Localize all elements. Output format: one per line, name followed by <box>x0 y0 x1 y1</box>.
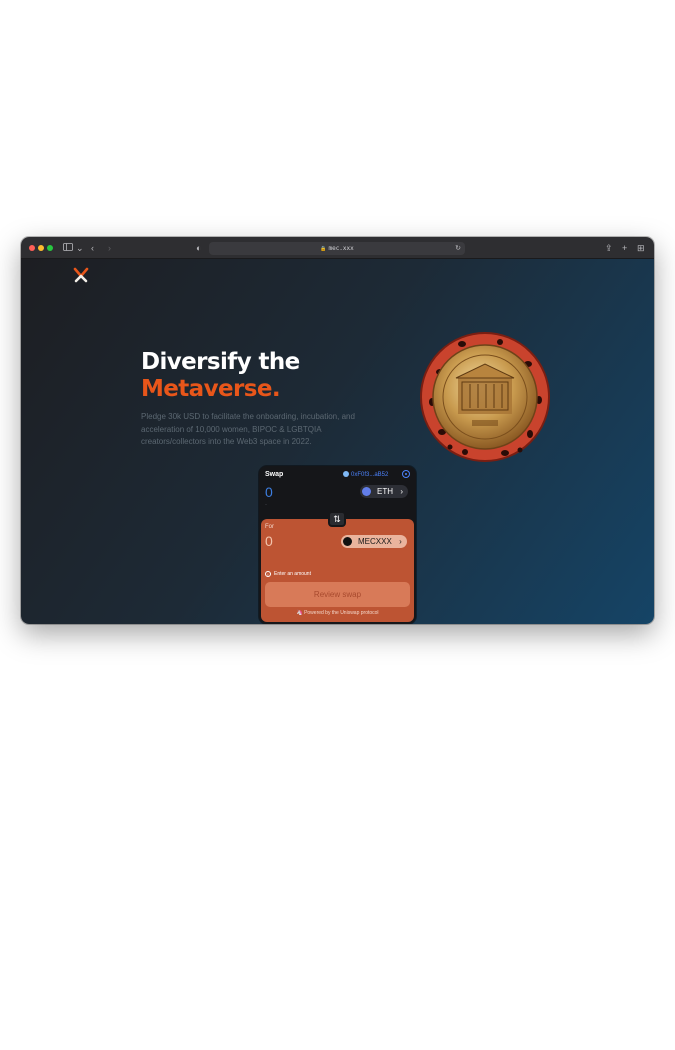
wallet-address: 0xF0f3...aB52 <box>351 472 389 478</box>
output-label: For <box>265 524 274 530</box>
reload-icon[interactable]: ↻ <box>455 242 461 255</box>
share-icon[interactable]: ⇪ <box>605 241 613 255</box>
hero-description: Pledge 30k USD to facilitate the onboard… <box>141 412 355 446</box>
settings-gear-icon[interactable] <box>402 470 410 478</box>
tab-overview-icon[interactable]: ⊞ <box>637 241 645 255</box>
mecxxx-token-icon <box>343 537 352 546</box>
warning-text: Enter an amount <box>274 571 311 577</box>
minimize-window-button[interactable] <box>38 245 44 251</box>
switch-direction-arrows-icon[interactable]: ⇅ <box>328 511 346 527</box>
input-usd-value: - <box>265 502 267 508</box>
uniswap-unicorn-icon: 🦄 <box>296 610 305 616</box>
input-token-selector[interactable]: ETH › <box>360 485 408 498</box>
privacy-shield-icon[interactable]: ◐ <box>196 241 201 255</box>
url-text: mec.xxx <box>328 245 354 252</box>
sidebar-toggle-icon[interactable] <box>63 241 73 255</box>
close-window-button[interactable] <box>29 245 35 251</box>
forward-icon[interactable]: › <box>108 241 111 255</box>
zoom-window-button[interactable] <box>47 245 53 251</box>
output-token-selector[interactable]: MECXXX › <box>341 535 407 548</box>
wallet-avatar-icon <box>343 471 349 477</box>
review-swap-button[interactable]: Review swap <box>265 582 410 607</box>
browser-window: ⌄ ‹ › ◐ 🔒 mec.xxx ↻ ⇪ + ⊞ Diversify the M… <box>21 237 654 624</box>
new-tab-icon[interactable]: + <box>622 241 627 255</box>
powered-by-footer[interactable]: 🦄 Powered by the Uniswap protocol <box>261 610 414 616</box>
hero-title-line2: Metaverse. <box>141 376 281 402</box>
page-content: Diversify the Metaverse. Pledge 30k USD … <box>21 259 654 624</box>
coin-image <box>420 332 550 462</box>
chevron-down-icon[interactable]: ⌄ <box>76 241 84 255</box>
eth-icon <box>362 487 371 496</box>
browser-toolbar: ⌄ ‹ › ◐ 🔒 mec.xxx ↻ ⇪ + ⊞ <box>21 237 654 259</box>
swap-widget: Swap 0xF0f3...aB52 0 - ETH › For 0 i Ente… <box>259 466 416 624</box>
powered-by-text: Powered by the Uniswap protocol <box>304 610 379 616</box>
input-token-label: ETH <box>377 487 393 496</box>
input-amount-field[interactable]: 0 <box>265 484 273 500</box>
mec-logo[interactable] <box>73 267 89 283</box>
chevron-right-icon: › <box>399 537 402 546</box>
chevron-right-icon: › <box>400 487 403 496</box>
output-token-label: MECXXX <box>358 537 392 546</box>
back-icon[interactable]: ‹ <box>91 241 94 255</box>
swap-title: Swap <box>265 471 284 478</box>
info-icon: i <box>265 571 271 577</box>
wallet-address-button[interactable]: 0xF0f3...aB52 <box>343 471 388 480</box>
warning-message: i Enter an amount <box>265 571 311 577</box>
hero-title-line1: Diversify the <box>141 349 300 375</box>
address-bar[interactable]: 🔒 mec.xxx ↻ <box>209 242 465 255</box>
lock-icon: 🔒 <box>320 246 327 252</box>
output-amount-field[interactable]: 0 <box>265 533 273 549</box>
